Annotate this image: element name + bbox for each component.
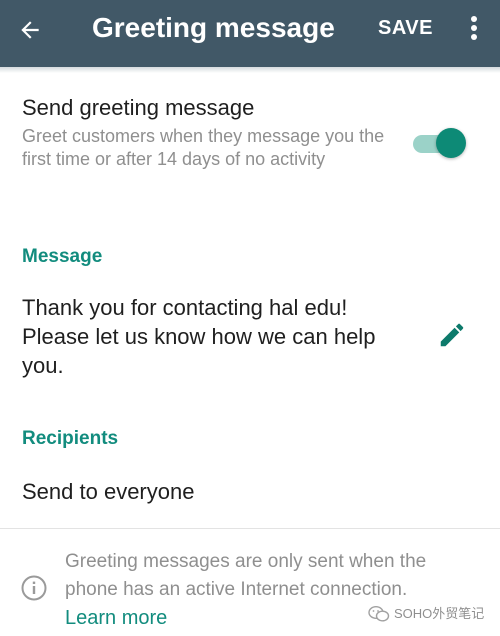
edit-message-button[interactable] <box>436 319 468 351</box>
app-bar-shadow <box>0 67 500 73</box>
greeting-setting-title: Send greeting message <box>22 95 255 120</box>
app-bar: Greeting message SAVE <box>0 0 500 67</box>
greeting-toggle[interactable] <box>413 124 469 162</box>
pencil-icon <box>440 323 464 347</box>
save-button[interactable]: SAVE <box>378 14 433 42</box>
toggle-thumb <box>436 128 466 158</box>
recipients-section-header: Recipients <box>22 428 119 449</box>
arrow-back-icon <box>21 21 39 39</box>
info-footer-text: Greeting messages are only sent when the… <box>65 551 427 600</box>
divider <box>0 528 500 529</box>
recipients-option[interactable]: Send to everyone <box>22 478 194 506</box>
more-options-button[interactable] <box>456 8 492 48</box>
greeting-message-text: Thank you for contacting hal edu! Please… <box>22 295 376 378</box>
info-icon <box>21 575 47 601</box>
greeting-setting-description: Greet customers when they message you th… <box>22 126 385 169</box>
watermark-text: SOHO外贸笔记 <box>394 606 485 621</box>
back-button[interactable] <box>8 8 52 52</box>
message-section-header: Message <box>22 246 103 267</box>
page-title: Greeting message <box>92 12 335 43</box>
wechat-logo-icon <box>368 605 390 622</box>
more-vert-icon <box>471 16 477 40</box>
learn-more-link[interactable]: Learn more <box>65 604 167 632</box>
watermark: SOHO外贸笔记 <box>368 604 484 624</box>
